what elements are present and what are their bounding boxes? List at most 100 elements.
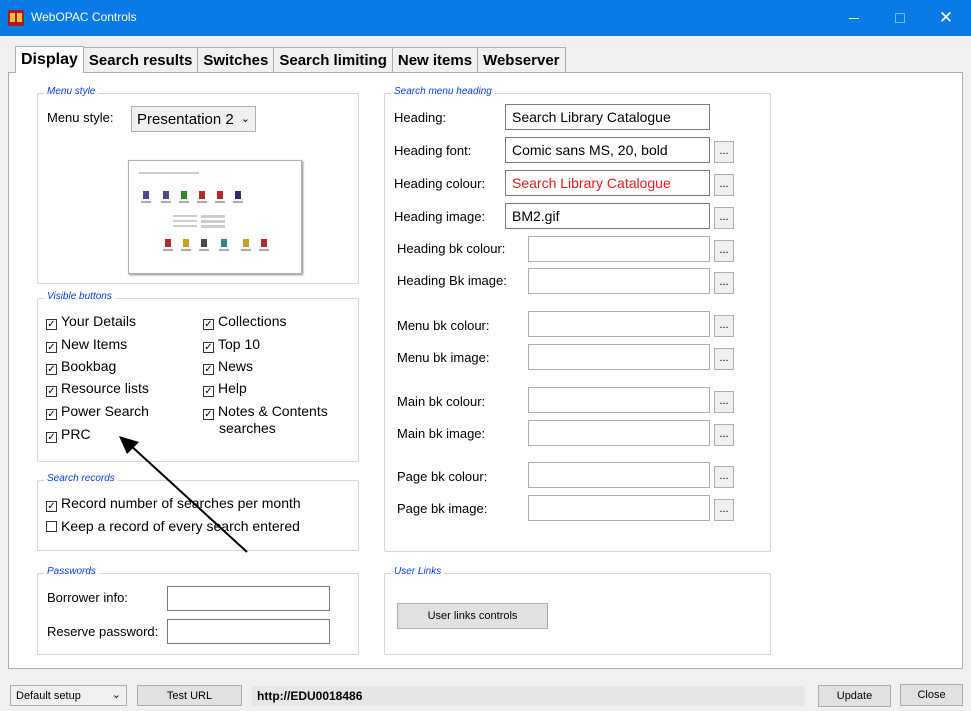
checkbox-label: Resource lists	[61, 380, 149, 396]
main-bk-colour-label: Main bk colour:	[397, 394, 486, 409]
checkbox-checked-icon: ✓	[203, 342, 214, 353]
checkbox-notes-contents[interactable]: ✓ Notes & Contents	[203, 403, 328, 420]
maximize-button	[877, 0, 923, 36]
checkbox-label: Collections	[218, 313, 287, 329]
heading-image-field[interactable]: BM2.gif	[505, 203, 710, 229]
menu-style-select[interactable]: Presentation 2 ⌄	[131, 106, 256, 132]
checkbox-prc[interactable]: ✓ PRC	[46, 426, 91, 443]
menu-bk-colour-field[interactable]	[528, 311, 710, 337]
checkbox-new-items[interactable]: ✓ New Items	[46, 336, 127, 353]
minimize-button[interactable]	[831, 0, 877, 36]
menu-style-group-title: Menu style	[44, 86, 99, 97]
checkbox-checked-icon: ✓	[46, 386, 57, 397]
tab-webserver[interactable]: Webserver	[477, 47, 566, 73]
heading-label: Heading:	[394, 110, 447, 125]
heading-bk-image-browse-button[interactable]: ...	[714, 272, 734, 294]
checkbox-checked-icon: ✓	[46, 364, 57, 375]
test-url-button[interactable]: Test URL	[137, 685, 242, 706]
heading-image-label: Heading image:	[394, 209, 486, 224]
heading-field[interactable]: Search Library Catalogue	[505, 104, 710, 130]
menu-bk-image-browse-button[interactable]: ...	[714, 348, 734, 370]
page-bk-image-browse-button[interactable]: ...	[714, 499, 734, 521]
heading-bk-colour-label: Heading bk colour:	[397, 241, 506, 256]
tab-switches[interactable]: Switches	[197, 47, 275, 73]
checkbox-top-10[interactable]: ✓ Top 10	[203, 336, 261, 353]
checkbox-label: PRC	[61, 426, 91, 442]
heading-font-label: Heading font:	[394, 143, 472, 158]
minimize-icon	[849, 17, 859, 19]
checkbox-checked-icon: ✓	[46, 319, 57, 330]
checkbox-news[interactable]: ✓ News	[203, 358, 254, 375]
page-bk-colour-label: Page bk colour:	[397, 469, 488, 484]
checkbox-label: Bookbag	[61, 358, 117, 374]
tab-search-results[interactable]: Search results	[82, 47, 199, 73]
heading-bk-colour-browse-button[interactable]: ...	[714, 240, 734, 262]
heading-colour-browse-button[interactable]: ...	[714, 174, 734, 196]
user-links-controls-button[interactable]: User links controls	[397, 603, 548, 629]
heading-bk-colour-field[interactable]	[528, 236, 710, 262]
checkbox-collections[interactable]: ✓ Collections	[203, 313, 287, 330]
setup-select[interactable]: Default setup ⌄	[10, 685, 127, 706]
user-links-group-title: User Links	[391, 566, 445, 577]
checkbox-checked-icon: ✓	[46, 342, 57, 353]
chevron-down-icon: ⌄	[240, 113, 250, 125]
visible-buttons-group-title: Visible buttons	[44, 291, 115, 302]
page-bk-colour-browse-button[interactable]: ...	[714, 466, 734, 488]
user-links-group: User Links User links controls	[384, 566, 771, 655]
page-bk-image-field[interactable]	[528, 495, 710, 521]
checkbox-checked-icon: ✓	[46, 409, 57, 420]
heading-font-field[interactable]: Comic sans MS, 20, bold	[505, 137, 710, 163]
reserve-password-field[interactable]	[167, 619, 330, 644]
checkbox-checked-icon: ✓	[203, 409, 214, 420]
close-window-button[interactable]: ✕	[923, 0, 969, 36]
heading-font-browse-button[interactable]: ...	[714, 141, 734, 163]
heading-bk-image-field[interactable]	[528, 268, 710, 294]
url-text: http://EDU0018486	[257, 689, 363, 703]
menu-style-group: Menu style Menu style: Presentation 2 ⌄	[37, 86, 359, 284]
checkbox-label: Notes & Contents	[218, 403, 328, 419]
title-bar: WebOPAC Controls ✕	[0, 0, 971, 36]
menu-style-preview-image	[128, 160, 302, 274]
heading-image-browse-button[interactable]: ...	[714, 207, 734, 229]
borrower-info-label: Borrower info:	[47, 590, 128, 605]
checkbox-checked-icon: ✓	[46, 432, 57, 443]
borrower-info-field[interactable]	[167, 586, 330, 611]
tab-new-items[interactable]: New items	[391, 47, 479, 73]
menu-style-value: Presentation 2	[137, 110, 234, 128]
checkbox-your-details[interactable]: ✓ Your Details	[46, 313, 136, 330]
main-bk-image-browse-button[interactable]: ...	[714, 424, 734, 446]
main-bk-colour-browse-button[interactable]: ...	[714, 391, 734, 413]
tab-display[interactable]: Display	[15, 46, 84, 73]
menu-bk-colour-browse-button[interactable]: ...	[714, 315, 734, 337]
checkbox-label: Help	[218, 380, 247, 396]
passwords-group: Passwords Borrower info: Reserve passwor…	[37, 566, 359, 655]
chevron-down-icon: ⌄	[111, 689, 121, 701]
checkbox-help[interactable]: ✓ Help	[203, 380, 247, 397]
heading-bk-image-label: Heading Bk image:	[397, 273, 507, 288]
main-bk-image-field[interactable]	[528, 420, 710, 446]
search-menu-heading-group: Search menu heading Heading: Search Libr…	[384, 86, 771, 552]
checkbox-power-search[interactable]: ✓ Power Search	[46, 403, 149, 420]
checkbox-label: Top 10	[218, 336, 261, 352]
checkbox-bookbag[interactable]: ✓ Bookbag	[46, 358, 117, 375]
update-button[interactable]: Update	[818, 685, 891, 707]
display-tab-panel: Menu style Menu style: Presentation 2 ⌄	[8, 72, 963, 669]
menu-preview-illustration	[139, 172, 269, 251]
checkbox-label: Your Details	[61, 313, 136, 329]
setup-select-value: Default setup	[16, 689, 81, 702]
menu-bk-image-label: Menu bk image:	[397, 350, 490, 365]
search-menu-heading-group-title: Search menu heading	[391, 86, 495, 97]
checkbox-unchecked-icon	[46, 521, 57, 532]
close-button[interactable]: Close	[900, 684, 963, 706]
annotation-arrow	[119, 436, 248, 553]
tab-search-limiting[interactable]: Search limiting	[273, 47, 393, 73]
menu-style-label: Menu style:	[47, 110, 114, 125]
page-bk-colour-field[interactable]	[528, 462, 710, 488]
checkbox-label: News	[218, 358, 254, 374]
menu-bk-image-field[interactable]	[528, 344, 710, 370]
heading-colour-field[interactable]: Search Library Catalogue	[505, 170, 710, 196]
checkbox-resource-lists[interactable]: ✓ Resource lists	[46, 380, 149, 397]
passwords-group-title: Passwords	[44, 566, 99, 577]
main-bk-colour-field[interactable]	[528, 387, 710, 413]
checkbox-checked-icon: ✓	[203, 364, 214, 375]
